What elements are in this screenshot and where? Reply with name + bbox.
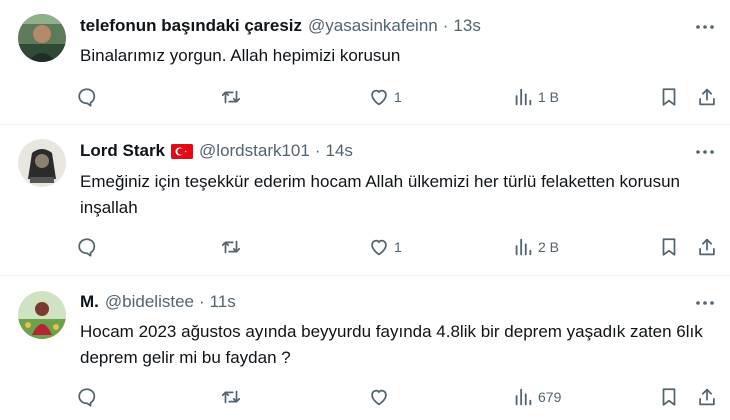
like-button[interactable] xyxy=(368,380,394,414)
more-icon[interactable] xyxy=(694,292,716,314)
more-icon[interactable] xyxy=(694,16,716,38)
action-bar: 1 1 B xyxy=(68,80,724,114)
turkey-flag-icon xyxy=(171,143,194,159)
views-icon xyxy=(515,238,532,256)
reply-icon xyxy=(78,388,96,407)
retweet-button[interactable] xyxy=(220,80,242,114)
reply-icon xyxy=(78,238,96,257)
tweet[interactable]: M. @bidelistee · 11s Hocam 2023 ağustos … xyxy=(0,276,730,420)
tweet-feed: telefonun başındaki çaresiz @yasasinkafe… xyxy=(0,0,730,420)
like-button[interactable]: 1 xyxy=(368,230,402,264)
views-icon xyxy=(515,88,532,106)
share-icon xyxy=(699,388,715,406)
bookmark-button[interactable] xyxy=(658,80,680,114)
share-icon xyxy=(699,238,715,256)
tweet-header: Lord Stark @lordstark101 · 14s xyxy=(80,139,670,163)
display-name[interactable]: telefonun başındaki çaresiz xyxy=(80,16,302,36)
share-icon xyxy=(699,88,715,106)
heart-icon xyxy=(371,389,387,406)
user-handle[interactable]: @yasasinkafeinn xyxy=(308,16,438,36)
more-icon[interactable] xyxy=(694,141,716,163)
view-count: 679 xyxy=(538,389,562,405)
reply-button[interactable] xyxy=(76,230,98,264)
avatar[interactable] xyxy=(18,291,66,339)
like-count: 1 xyxy=(394,239,402,255)
views-icon xyxy=(515,388,532,406)
tweet[interactable]: telefonun başındaki çaresiz @yasasinkafe… xyxy=(0,0,730,124)
avatar[interactable] xyxy=(18,14,66,62)
user-handle[interactable]: @lordstark101 xyxy=(199,141,310,161)
retweet-icon xyxy=(221,90,241,104)
heart-icon xyxy=(371,89,387,106)
separator-dot: · xyxy=(198,292,205,311)
views-button[interactable]: 1 B xyxy=(512,80,559,114)
avatar[interactable] xyxy=(18,139,66,187)
tweet[interactable]: Lord Stark @lordstark101 · 14s Emeğiniz … xyxy=(0,125,730,275)
timestamp[interactable]: 11s xyxy=(210,292,236,312)
user-handle[interactable]: @bidelistee xyxy=(105,292,194,312)
reply-button[interactable] xyxy=(76,380,98,414)
bookmark-icon xyxy=(662,388,676,406)
heart-icon xyxy=(371,239,387,256)
views-button[interactable]: 2 B xyxy=(512,230,559,264)
share-button[interactable] xyxy=(696,230,718,264)
separator-dot: · xyxy=(442,16,449,35)
separator-dot: · xyxy=(314,141,321,160)
views-button[interactable]: 679 xyxy=(512,380,561,414)
tweet-text: Emeğiniz için teşekkür ederim hocam Alla… xyxy=(80,172,680,217)
bookmark-button[interactable] xyxy=(658,230,680,264)
display-name[interactable]: M. xyxy=(80,292,99,312)
reply-icon xyxy=(78,88,96,107)
tweet-text: Hocam 2023 ağustos ayında beyyurdu fayın… xyxy=(80,322,703,367)
tweet-header: telefonun başındaki çaresiz @yasasinkafe… xyxy=(80,14,670,38)
view-count: 1 B xyxy=(538,89,560,105)
action-bar: 679 xyxy=(68,380,724,414)
action-bar: 1 2 B xyxy=(68,230,724,264)
like-button[interactable]: 1 xyxy=(368,80,402,114)
like-count: 1 xyxy=(394,89,402,105)
display-name[interactable]: Lord Stark xyxy=(80,141,165,161)
bookmark-icon xyxy=(662,88,676,106)
share-button[interactable] xyxy=(696,380,718,414)
retweet-icon xyxy=(221,240,241,254)
bookmark-button[interactable] xyxy=(658,380,680,414)
tweet-header: M. @bidelistee · 11s xyxy=(80,290,670,314)
retweet-button[interactable] xyxy=(220,230,242,264)
reply-button[interactable] xyxy=(76,80,98,114)
share-button[interactable] xyxy=(696,80,718,114)
retweet-button[interactable] xyxy=(220,380,242,414)
timestamp[interactable]: 14s xyxy=(326,141,353,161)
tweet-text: Binalarımız yorgun. Allah hepimizi korus… xyxy=(80,46,401,65)
retweet-icon xyxy=(221,390,241,404)
timestamp[interactable]: 13s xyxy=(453,16,480,36)
bookmark-icon xyxy=(662,238,676,256)
view-count: 2 B xyxy=(538,239,560,255)
